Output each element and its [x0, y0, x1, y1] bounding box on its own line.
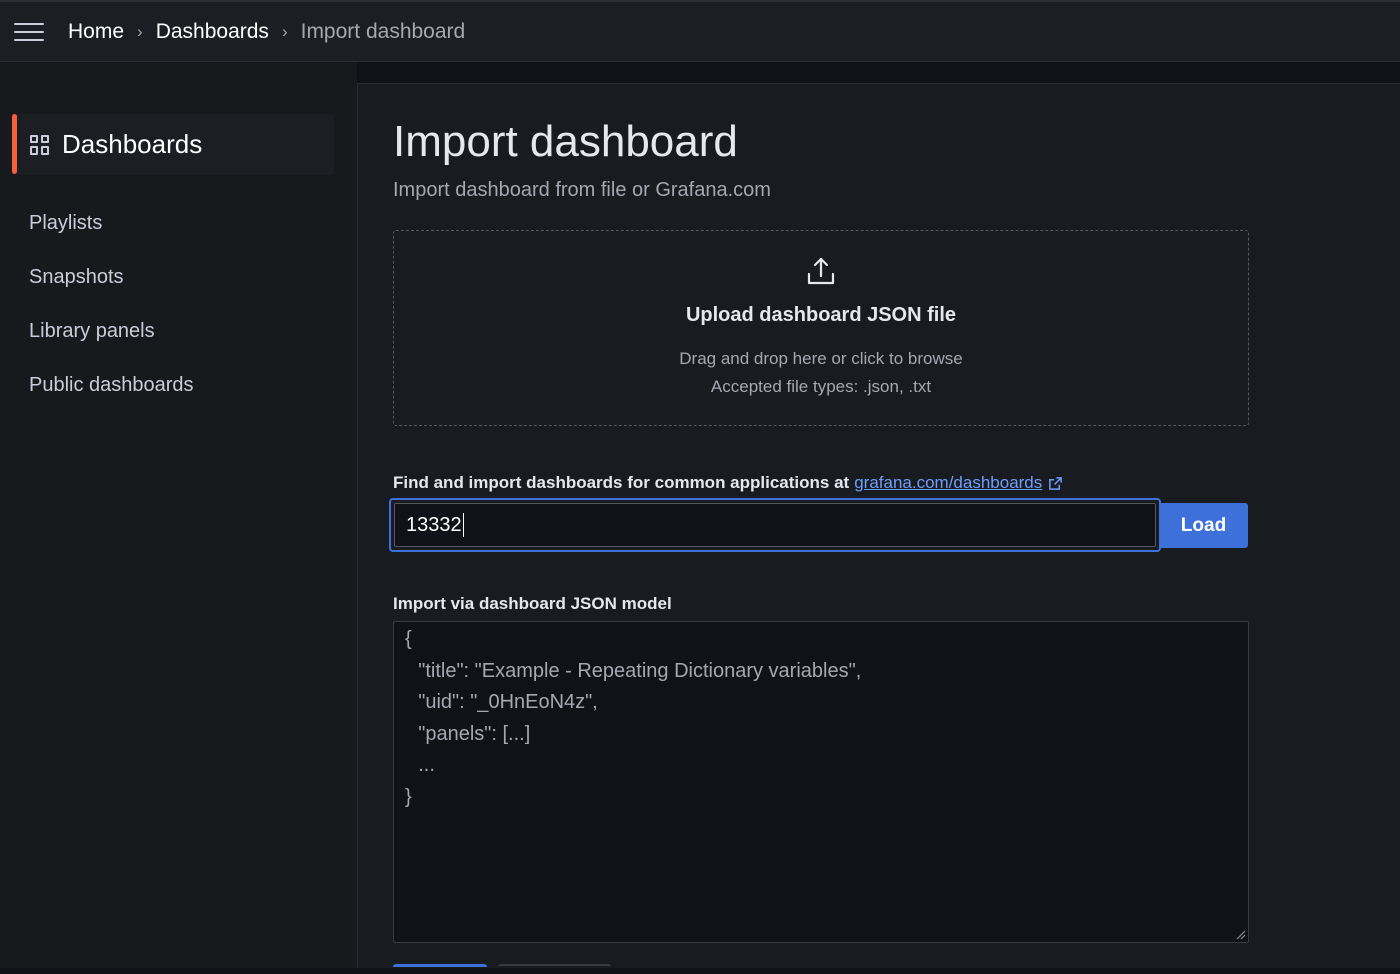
sidebar-item-dashboards[interactable]: Dashboards [12, 114, 334, 175]
sidebar-item-snapshots[interactable]: Snapshots [29, 266, 124, 289]
json-model-label: Import via dashboard JSON model [393, 594, 672, 613]
sidebar-item-label: Dashboards [62, 129, 203, 159]
upload-icon [807, 257, 835, 285]
sidebar-item-public-dashboards[interactable]: Public dashboards [29, 374, 194, 397]
json-placeholder-line: "title": "Example - Repeating Dictionary… [396, 660, 862, 682]
main-panel: Import dashboard Import dashboard from f… [357, 83, 1400, 968]
cancel-button[interactable] [498, 964, 611, 974]
top-bar: Home › Dashboards › Import dashboard [0, 0, 1400, 62]
breadcrumb-dashboards[interactable]: Dashboards [156, 20, 269, 44]
upload-title: Upload dashboard JSON file [685, 304, 957, 326]
dashboard-id-input[interactable]: 13332 [389, 498, 1161, 552]
json-placeholder-line: ... [396, 754, 435, 776]
breadcrumb-separator: › [137, 22, 143, 41]
load-button[interactable]: Load [1159, 503, 1248, 548]
json-placeholder-line: "panels": [...] [396, 723, 531, 745]
apps-grid-icon [30, 134, 50, 155]
upload-accepted-types: Accepted file types: .json, .txt [710, 377, 932, 396]
sidebar-item-playlists[interactable]: Playlists [29, 212, 102, 235]
text-caret [462, 513, 464, 537]
breadcrumb-current: Import dashboard [300, 19, 466, 43]
upload-hint: Drag and drop here or click to browse [679, 349, 963, 368]
grafana-dashboards-link[interactable]: grafana.com/dashboards [854, 473, 1042, 493]
page-title: Import dashboard [393, 117, 738, 166]
menu-icon[interactable] [14, 21, 44, 43]
breadcrumb-separator: › [281, 22, 288, 41]
sidebar: Dashboards Playlists Snapshots Library p… [0, 62, 357, 968]
json-placeholder-line: "uid": "_0HnEoN4z", [396, 691, 598, 713]
dashboard-id-value: 13332 [406, 513, 462, 536]
json-placeholder-line: } [405, 786, 412, 808]
active-indicator [12, 114, 17, 174]
find-dashboards-label: Find and import dashboards for common ap… [393, 473, 1063, 493]
external-link-icon[interactable] [1048, 476, 1063, 491]
sidebar-item-library-panels[interactable]: Library panels [29, 320, 155, 343]
json-placeholder-line: { [405, 628, 412, 650]
import-button[interactable] [393, 964, 487, 974]
json-model-textarea[interactable]: { "title": "Example - Repeating Dictiona… [393, 621, 1249, 943]
breadcrumb-home[interactable]: Home [68, 20, 124, 44]
resize-handle-icon[interactable] [1234, 928, 1246, 940]
upload-dropzone[interactable]: Upload dashboard JSON file Drag and drop… [393, 230, 1249, 426]
find-label-text: Find and import dashboards for common ap… [393, 473, 850, 492]
page-subtitle: Import dashboard from file or Grafana.co… [393, 179, 771, 201]
